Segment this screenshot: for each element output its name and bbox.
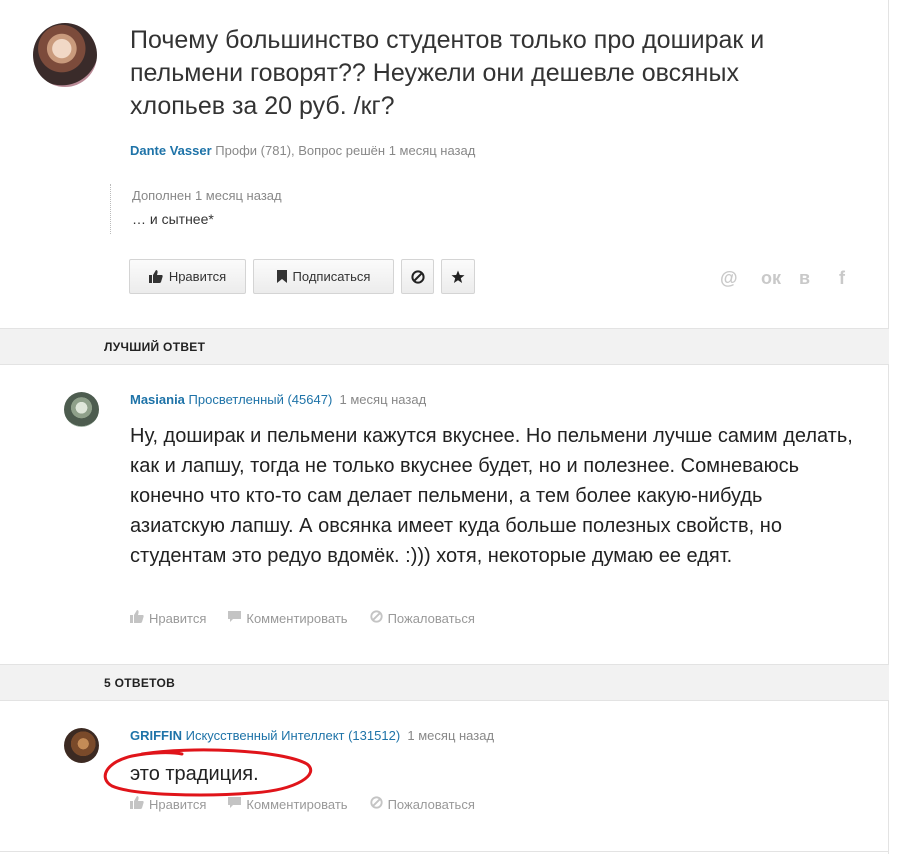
best-answer-time: 1 месяц назад	[339, 392, 427, 407]
answer-like-action[interactable]: Нравится	[130, 796, 206, 812]
question-author-avatar[interactable]	[33, 23, 97, 87]
comment-label: Комментировать	[246, 610, 348, 626]
block-icon	[369, 796, 383, 812]
best-answer-author-link[interactable]: Masiania	[130, 392, 185, 407]
answer-actions: Нравится Комментировать Пожаловаться	[130, 796, 497, 812]
comment-icon	[228, 610, 242, 626]
answer-text: это традиция.	[130, 763, 259, 785]
best-answer-like-action[interactable]: Нравится	[130, 610, 206, 626]
addendum-text: … и сытнее*	[132, 211, 214, 227]
answer-author-link[interactable]: GRIFFIN	[130, 728, 182, 743]
star-icon	[451, 270, 465, 284]
report-label: Пожаловаться	[387, 610, 475, 626]
best-answer-author-avatar[interactable]	[64, 392, 99, 427]
comment-icon	[228, 796, 242, 812]
vk-share-icon[interactable]: в	[799, 268, 810, 289]
answer-report-action[interactable]: Пожаловаться	[369, 796, 475, 812]
answer-author-avatar[interactable]	[64, 728, 99, 763]
question-author-rank: Профи (781),	[215, 143, 295, 158]
like-label: Нравится	[149, 796, 207, 812]
best-answer-title: ЛУЧШИЙ ОТВЕТ	[104, 340, 206, 354]
question-title: Почему большинство студентов только про …	[130, 26, 765, 120]
like-label: Нравится	[149, 610, 207, 626]
thumbs-up-icon	[130, 610, 144, 626]
bookmark-icon	[276, 270, 287, 283]
best-answer-text: Ну, доширак и пельмени кажутся вкуснее. …	[130, 425, 853, 567]
answer-author-rank[interactable]: Искусственный Интеллект (131512)	[186, 728, 401, 743]
best-answer-actions: Нравится Комментировать Пожаловаться	[130, 610, 497, 626]
question-addendum: Дополнен 1 месяц назад … и сытнее*	[110, 184, 510, 234]
block-icon	[410, 269, 425, 284]
divider	[0, 851, 889, 852]
block-button[interactable]	[401, 259, 434, 294]
best-answer-report-action[interactable]: Пожаловаться	[369, 610, 475, 626]
answers-header: 5 ОТВЕТОВ	[0, 664, 889, 701]
answer-meta: GRIFFIN Искусственный Интеллект (131512)…	[130, 728, 494, 743]
block-icon	[369, 610, 383, 626]
best-answer-meta: Masiania Просветленный (45647) 1 месяц н…	[130, 392, 426, 407]
question-author-link[interactable]: Dante Vasser	[130, 143, 212, 158]
mail-share-icon[interactable]: @	[720, 268, 738, 289]
subscribe-button-label: Подписаться	[292, 269, 371, 284]
question-meta: Dante Vasser Профи (781), Вопрос решён 1…	[130, 143, 475, 158]
best-answer-comment-action[interactable]: Комментировать	[228, 610, 348, 626]
report-label: Пожаловаться	[387, 796, 475, 812]
question-status: Вопрос решён 1 месяц назад	[298, 143, 476, 158]
odnoklassniki-share-icon[interactable]: ок	[761, 268, 781, 289]
answers-count-title: 5 ОТВЕТОВ	[104, 676, 176, 690]
comment-label: Комментировать	[246, 796, 348, 812]
thumbs-up-icon	[148, 270, 163, 283]
facebook-share-icon[interactable]: f	[839, 268, 845, 289]
like-button[interactable]: Нравится	[129, 259, 246, 294]
best-answer-author-rank[interactable]: Просветленный (45647)	[189, 392, 333, 407]
answer-comment-action[interactable]: Комментировать	[228, 796, 348, 812]
favorite-button[interactable]	[441, 259, 475, 294]
answer-time: 1 месяц назад	[407, 728, 495, 743]
question-page: Почему большинство студентов только про …	[0, 0, 889, 854]
thumbs-up-icon	[130, 796, 144, 812]
addendum-label: Дополнен 1 месяц назад	[132, 188, 282, 203]
best-answer-header: ЛУЧШИЙ ОТВЕТ	[0, 328, 889, 365]
subscribe-button[interactable]: Подписаться	[253, 259, 394, 294]
like-button-label: Нравится	[168, 269, 227, 284]
